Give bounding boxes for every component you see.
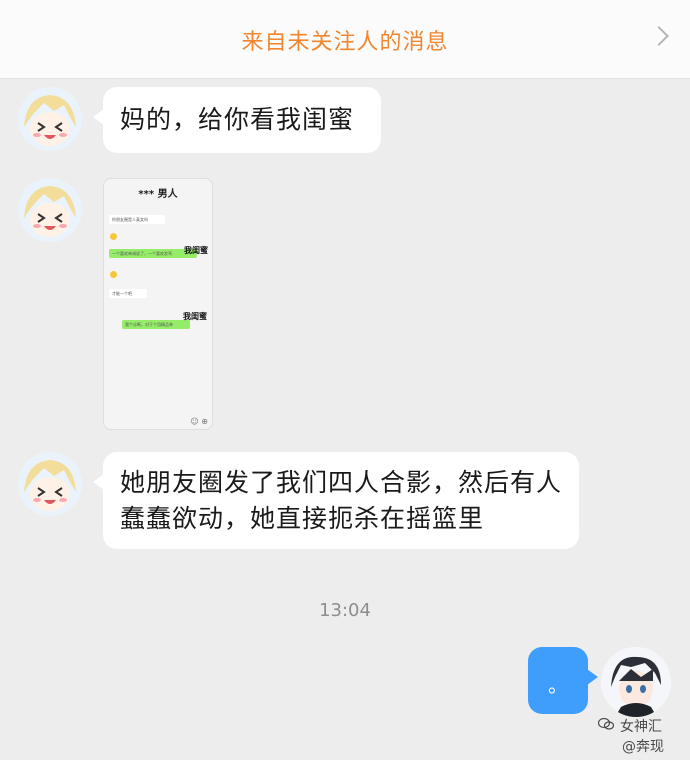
screenshot-message: 你朋友圈是人真女吗: [109, 215, 165, 224]
chat-header[interactable]: 来自未关注人的消息: [0, 0, 690, 79]
message-bubble[interactable]: 她朋友圈发了我们四人合影，然后有人蠢蠢欲动，她直接扼杀在摇篮里: [93, 452, 579, 549]
watermark-line1: 女神汇: [620, 719, 662, 735]
message-bubble[interactable]: 妈的，给你看我闺蜜: [93, 87, 381, 153]
message-text: 妈的，给你看我闺蜜: [120, 105, 355, 134]
message-text: 她朋友圈发了我们四人合影，然后有人蠢蠢欲动，她直接扼杀在摇篮里: [120, 468, 563, 533]
screenshot-message: 才能一个吧: [109, 289, 147, 298]
watermark: 女神汇 @奔现: [590, 712, 690, 760]
screenshot-title: *** 男人: [138, 189, 178, 200]
timestamp: 13:04: [319, 600, 371, 621]
wechat-icon: [598, 718, 614, 730]
emoji-icon: [110, 271, 117, 278]
sticker: 我闺蜜: [183, 312, 207, 321]
my-message-text: 。: [548, 673, 568, 697]
screenshot-message: 我个诊断，对于个用精品单: [122, 320, 190, 329]
image-message[interactable]: *** 男人 你朋友圈是人真女吗 一个喜欢单调说了，一个喜欢发骂 我闺蜜 才能一…: [103, 178, 213, 430]
watermark-line2: @奔现: [622, 739, 664, 755]
emoji-icon: [110, 233, 117, 240]
avatar[interactable]: [18, 452, 82, 516]
avatar[interactable]: [18, 87, 82, 151]
avatar[interactable]: [18, 178, 82, 242]
sticker: 我闺蜜: [184, 246, 208, 255]
header-title: 来自未关注人的消息: [241, 30, 449, 55]
emoji-keyboard-icon: ☺ ⊕: [190, 417, 208, 426]
my-avatar[interactable]: [601, 647, 671, 717]
my-message-bubble[interactable]: 。: [528, 647, 598, 714]
